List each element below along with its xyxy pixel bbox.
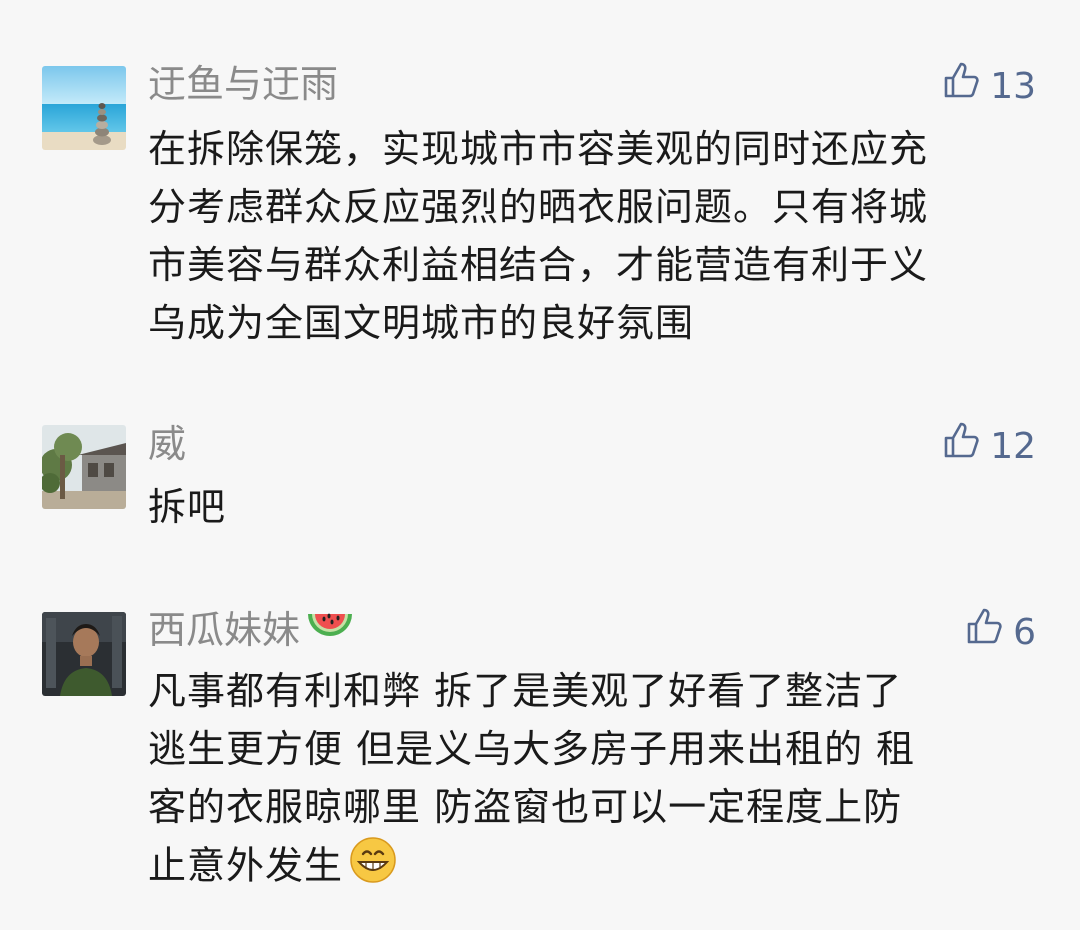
like-button[interactable]: 12	[942, 420, 1036, 473]
comment-line: 在拆除保笼，实现城市市容美观的同时还应充	[148, 127, 929, 171]
avatar-person-photo-icon	[42, 612, 126, 696]
grinning-face-icon	[349, 836, 397, 900]
comment-line: 逃生更方便 但是义乌大多房子用来出租的 租	[148, 727, 916, 771]
watermelon-icon	[306, 609, 354, 657]
comment-line-text: 止意外发生	[148, 843, 344, 888]
avatar[interactable]	[42, 612, 126, 696]
comment-line: 分考虑群众反应强烈的晒衣服问题。只有将城	[148, 185, 929, 229]
like-count: 13	[990, 65, 1036, 107]
comment-line: 止意外发生	[148, 836, 1038, 900]
author-name: 西瓜妹妹	[148, 608, 301, 652]
comment-author[interactable]: 西瓜妹妹	[148, 606, 354, 657]
thumbs-up-icon	[942, 420, 982, 473]
like-button[interactable]: 6	[965, 606, 1036, 659]
thumbs-up-icon	[942, 60, 982, 113]
comment-author[interactable]: 迂鱼与迂雨	[148, 60, 338, 108]
comment-author[interactable]: 威	[148, 420, 186, 468]
comment-text: 在拆除保笼，实现城市市容美观的同时还应充 分考虑群众反应强烈的晒衣服问题。只有将…	[148, 120, 1038, 352]
comment-line: 凡事都有利和弊 拆了是美观了好看了整洁了	[148, 669, 903, 713]
comment-line: 市美容与群众利益相结合，才能营造有利于义	[148, 243, 929, 287]
comment-feed: 迂鱼与迂雨 13 在拆除保笼，实现城市市容美观的同时还应充 分考虑群众反应强烈的…	[0, 0, 1080, 930]
thumbs-up-icon	[965, 606, 1005, 659]
avatar-tree-building-icon	[42, 425, 126, 509]
like-count: 6	[1013, 611, 1036, 653]
comment-text: 拆吧	[148, 478, 1038, 536]
comment-line: 拆吧	[148, 485, 227, 529]
comment-text: 凡事都有利和弊 拆了是美观了好看了整洁了 逃生更方便 但是义乌大多房子用来出租的…	[148, 662, 1038, 900]
like-count: 12	[990, 425, 1036, 467]
like-button[interactable]: 13	[942, 60, 1036, 113]
comment-line: 乌成为全国文明城市的良好氛围	[148, 301, 695, 345]
avatar-beach-stones-icon	[42, 66, 126, 150]
comment-line: 客的衣服晾哪里 防盗窗也可以一定程度上防	[148, 785, 903, 829]
avatar[interactable]	[42, 425, 126, 509]
avatar[interactable]	[42, 66, 126, 150]
